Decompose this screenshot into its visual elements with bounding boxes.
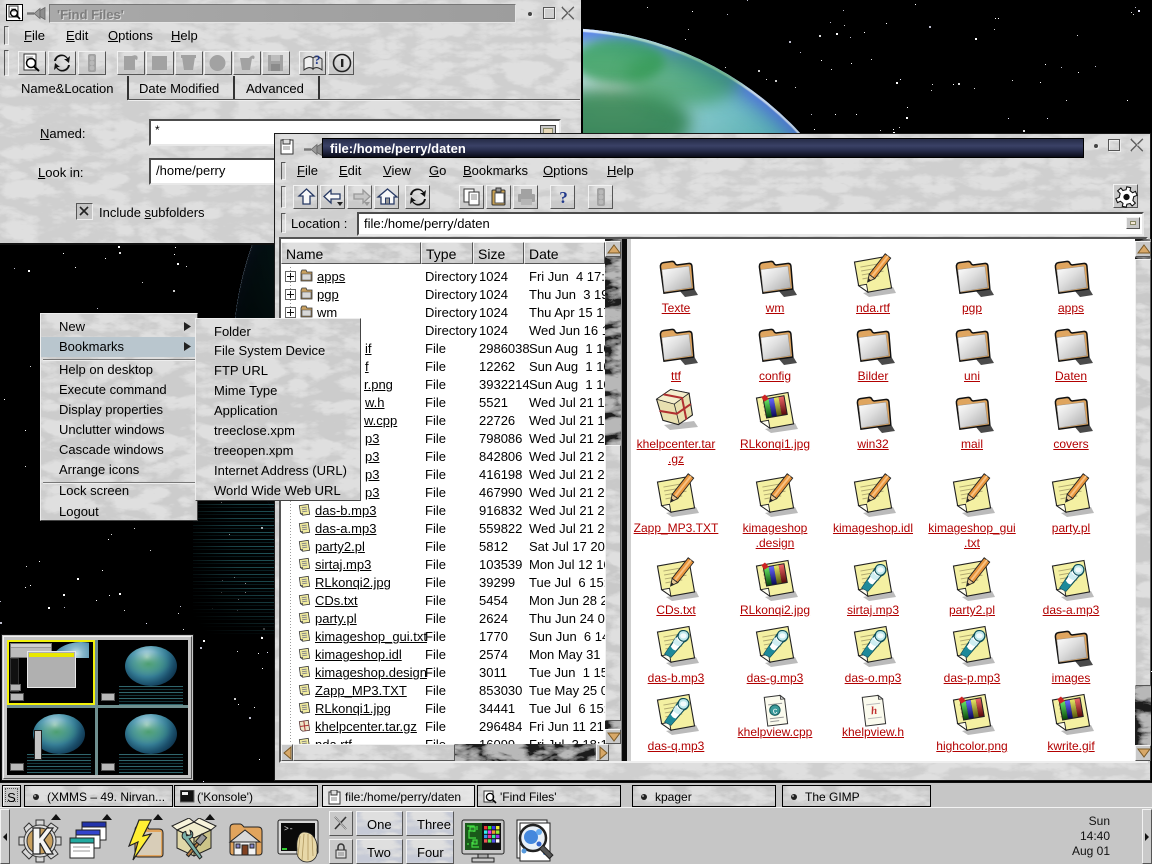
svg-text:>-: >- [284, 825, 294, 834]
svg-text:?: ? [559, 188, 568, 207]
svg-text:?: ? [314, 52, 321, 67]
